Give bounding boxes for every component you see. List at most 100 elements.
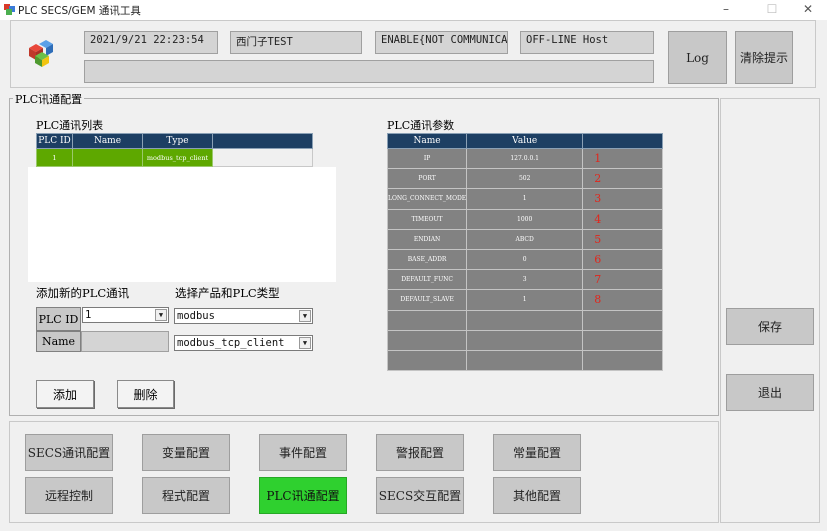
param-index-cell: 5: [582, 228, 663, 250]
app-icon: [4, 4, 15, 15]
clear-prompt-button[interactable]: 清除提示: [735, 31, 793, 84]
column-header-plc-id[interactable]: PLC ID: [36, 133, 73, 149]
plc-list-title: PLC通讯列表: [36, 119, 104, 132]
param-value-cell[interactable]: [466, 329, 584, 351]
add-plc-title: 添加新的PLC通讯: [36, 286, 130, 300]
product-dropdown[interactable]: modbus ▼: [174, 308, 313, 324]
param-name-cell[interactable]: [386, 309, 468, 331]
nav-plc-comm-config[interactable]: PLC讯通配置: [259, 477, 347, 514]
param-value-cell[interactable]: 127.0.0.1: [466, 147, 584, 170]
nav-event-config[interactable]: 事件配置: [259, 434, 347, 471]
param-value-cell[interactable]: 3: [466, 269, 584, 291]
close-button[interactable]: ✕: [788, 0, 827, 20]
navigation-panel: [9, 421, 719, 523]
param-name-cell[interactable]: BASE_ADDR: [386, 248, 468, 271]
column-header-param-blank: [582, 133, 663, 149]
product-value: modbus: [177, 310, 215, 322]
nav-secs-comm-config[interactable]: SECS通讯配置: [25, 434, 113, 471]
nav-recipe-config[interactable]: 程式配置: [142, 477, 230, 514]
param-index-cell: 8: [582, 289, 663, 311]
param-name-cell[interactable]: [386, 329, 468, 351]
plc-type-value: modbus_tcp_client: [177, 337, 285, 349]
table-row[interactable]: TIMEOUT 1000 4: [386, 208, 663, 230]
param-index-cell: 2: [582, 168, 663, 190]
param-index-cell: 4: [582, 208, 663, 230]
plc-type-dropdown[interactable]: modbus_tcp_client ▼: [174, 335, 313, 351]
params-header-row: Name Value: [386, 133, 663, 149]
save-button[interactable]: 保存: [726, 308, 814, 345]
column-header-param-name[interactable]: Name: [386, 133, 468, 149]
table-row[interactable]: [386, 349, 663, 372]
param-index-cell: 3: [582, 188, 663, 210]
column-header-name[interactable]: Name: [72, 133, 143, 149]
table-row[interactable]: [386, 329, 663, 351]
cube-logo-icon: [29, 40, 53, 67]
table-row[interactable]: DEFAULT_FUNC 3 7: [386, 269, 663, 291]
nav-secs-interaction-config[interactable]: SECS交互配置: [376, 477, 464, 514]
select-type-title: 选择产品和PLC类型: [175, 286, 280, 300]
nav-variable-config[interactable]: 变量配置: [142, 434, 230, 471]
table-row[interactable]: IP 127.0.0.1 1: [386, 147, 663, 170]
plc-config-group-label: PLC讯通配置: [13, 91, 85, 107]
param-name-cell[interactable]: LONG_CONNECT_MODE: [386, 188, 468, 210]
plc-list-table: PLC ID Name Type 1 modbus_tcp_client: [36, 133, 313, 167]
plc-list-empty-area: [28, 167, 336, 282]
param-name-cell[interactable]: DEFAULT_FUNC: [386, 269, 468, 291]
table-row[interactable]: PORT 502 2: [386, 168, 663, 190]
param-name-cell[interactable]: PORT: [386, 168, 468, 190]
maximize-button[interactable]: ☐: [752, 0, 792, 20]
minimize-button[interactable]: –: [706, 0, 746, 20]
param-value-cell[interactable]: ABCD: [466, 228, 584, 250]
param-name-cell[interactable]: TIMEOUT: [386, 208, 468, 230]
name-input[interactable]: [81, 331, 169, 352]
host-status-display: OFF-LINE Host: [520, 31, 654, 54]
param-value-cell[interactable]: [466, 349, 584, 372]
table-row[interactable]: DEFAULT_SLAVE 1 8: [386, 289, 663, 311]
plc-name-cell[interactable]: [72, 148, 143, 167]
param-name-cell[interactable]: ENDIAN: [386, 228, 468, 250]
blank-cell: [212, 148, 313, 167]
message-bar: [84, 60, 654, 83]
plc-params-title: PLC通讯参数: [387, 119, 455, 132]
window-title: PLC SECS/GEM 通讯工具: [18, 5, 141, 17]
name-label: Name: [36, 331, 81, 352]
nav-constant-config[interactable]: 常量配置: [493, 434, 581, 471]
param-index-cell: 1: [582, 147, 663, 170]
column-header-type[interactable]: Type: [142, 133, 213, 149]
nav-other-config[interactable]: 其他配置: [493, 477, 581, 514]
param-name-cell[interactable]: DEFAULT_SLAVE: [386, 289, 468, 311]
param-value-cell[interactable]: [466, 309, 584, 331]
param-name-cell[interactable]: [386, 349, 468, 372]
table-row[interactable]: ENDIAN ABCD 5: [386, 228, 663, 250]
table-row[interactable]: [386, 309, 663, 331]
exit-button[interactable]: 退出: [726, 374, 814, 411]
plc-id-dropdown[interactable]: 1 ▼: [82, 307, 169, 323]
plc-id-value: 1: [85, 309, 92, 321]
log-button[interactable]: Log: [668, 31, 727, 84]
table-row[interactable]: 1 modbus_tcp_client: [36, 148, 313, 167]
param-value-cell[interactable]: 1000: [466, 208, 584, 230]
param-value-cell[interactable]: 502: [466, 168, 584, 190]
communication-status-display: ENABLE{NOT COMMUNICATI: [375, 31, 508, 54]
chevron-down-icon: ▼: [299, 337, 311, 349]
device-name-display: 西门子TEST: [230, 31, 362, 54]
plc-id-cell[interactable]: 1: [36, 148, 73, 167]
plc-params-table: Name Value IP 127.0.0.1 1 PORT 502 2 LONG_CONN…: [386, 133, 663, 372]
plc-list-header-row: PLC ID Name Type: [36, 133, 313, 149]
param-value-cell[interactable]: 1: [466, 289, 584, 311]
param-name-cell[interactable]: IP: [386, 147, 468, 170]
table-row[interactable]: LONG_CONNECT_MODE 1 3: [386, 188, 663, 210]
param-value-cell[interactable]: 0: [466, 248, 584, 271]
param-index-cell: [582, 349, 663, 372]
nav-remote-control[interactable]: 远程控制: [25, 477, 113, 514]
chevron-down-icon: ▼: [299, 310, 311, 322]
param-value-cell[interactable]: 1: [466, 188, 584, 210]
nav-alarm-config[interactable]: 警报配置: [376, 434, 464, 471]
column-header-param-value[interactable]: Value: [466, 133, 584, 149]
param-index-cell: 7: [582, 269, 663, 291]
delete-button[interactable]: 删除: [117, 380, 174, 408]
plc-type-cell[interactable]: modbus_tcp_client: [142, 148, 213, 167]
param-index-cell: [582, 309, 663, 331]
add-button[interactable]: 添加: [36, 380, 94, 408]
table-row[interactable]: BASE_ADDR 0 6: [386, 248, 663, 271]
